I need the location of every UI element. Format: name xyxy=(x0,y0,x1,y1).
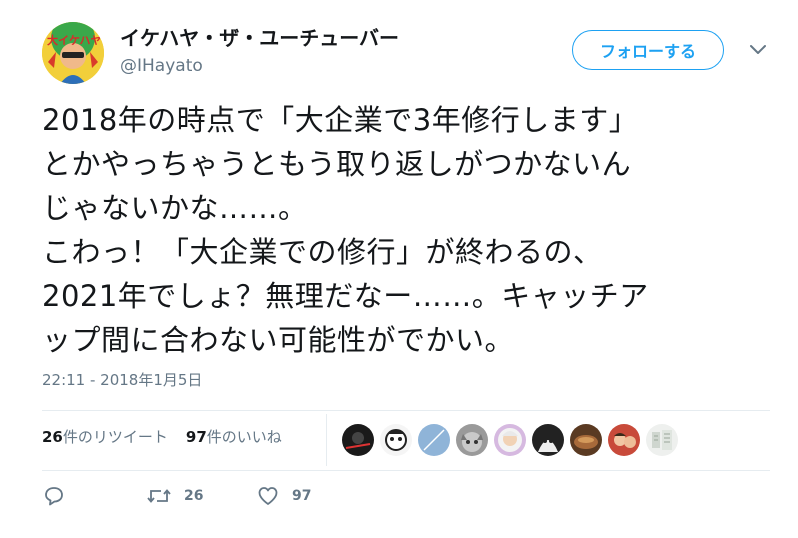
like-count: 97 xyxy=(292,488,312,504)
liker-avatar[interactable] xyxy=(418,424,450,456)
liker-avatar[interactable] xyxy=(646,424,678,456)
divider-top xyxy=(42,410,770,411)
author-handle[interactable]: @IHayato xyxy=(120,56,203,76)
reply-button[interactable] xyxy=(42,484,146,508)
likers-avatars xyxy=(342,424,678,456)
like-button[interactable]: 97 xyxy=(256,484,311,508)
retweet-count: 26 xyxy=(184,488,204,504)
avatar-illustration: 大イケハヤ xyxy=(42,22,104,84)
follow-button[interactable]: フォローする xyxy=(572,30,724,70)
liker-avatar[interactable] xyxy=(342,424,374,456)
retweet-icon xyxy=(146,484,172,508)
author-avatar[interactable]: 大イケハヤ xyxy=(42,22,104,84)
like-stat-label: 件のいいね xyxy=(206,428,282,446)
heart-icon xyxy=(256,484,280,508)
author-name[interactable]: イケハヤ・ザ・ユーチューバー xyxy=(120,22,399,51)
tweet-line: ップ間に合わない可能性がでかい。 xyxy=(42,323,515,357)
retweet-stat-count: 26 xyxy=(42,428,63,446)
retweet-button[interactable]: 26 xyxy=(146,484,256,508)
tweet-line: じゃないかな……。 xyxy=(42,191,308,225)
stats-separator xyxy=(326,414,327,466)
tweet-line: こわっ！「大企業での修行」が終わるの、 xyxy=(42,235,603,269)
divider-bottom xyxy=(42,470,770,471)
tweet-line: 2021年でしょ？無理だなー……。キャッチア xyxy=(42,279,649,313)
reply-icon xyxy=(42,484,66,508)
liker-avatar[interactable] xyxy=(380,424,412,456)
chevron-down-icon[interactable] xyxy=(748,42,768,58)
like-stat[interactable]: 97件のいいね xyxy=(186,426,282,447)
liker-avatar[interactable] xyxy=(456,424,488,456)
liker-avatar[interactable] xyxy=(532,424,564,456)
tweet-line: とかやっちゃうともう取り返しがつかないん xyxy=(42,147,632,181)
avatar-text: 大イケハヤ xyxy=(47,33,102,47)
liker-avatar[interactable] xyxy=(494,424,526,456)
tweet-timestamp[interactable]: 22:11 - 2018年1月5日 xyxy=(42,369,202,390)
like-stat-count: 97 xyxy=(185,428,207,446)
liker-avatar[interactable] xyxy=(608,424,640,456)
tweet-text: 2018年の時点で「大企業で3年修行します」 とかやっちゃうともう取り返しがつか… xyxy=(42,98,762,362)
tweet-actions: 26 97 xyxy=(42,484,311,508)
retweet-stat-label: 件のリツイート xyxy=(62,428,168,446)
tweet-stats: 26件のリツイート 97件のいいね xyxy=(42,426,282,447)
liker-avatar[interactable] xyxy=(570,424,602,456)
tweet-line: 2018年の時点で「大企業で3年修行します」 xyxy=(42,103,639,137)
retweet-stat[interactable]: 26件のリツイート xyxy=(42,426,168,447)
